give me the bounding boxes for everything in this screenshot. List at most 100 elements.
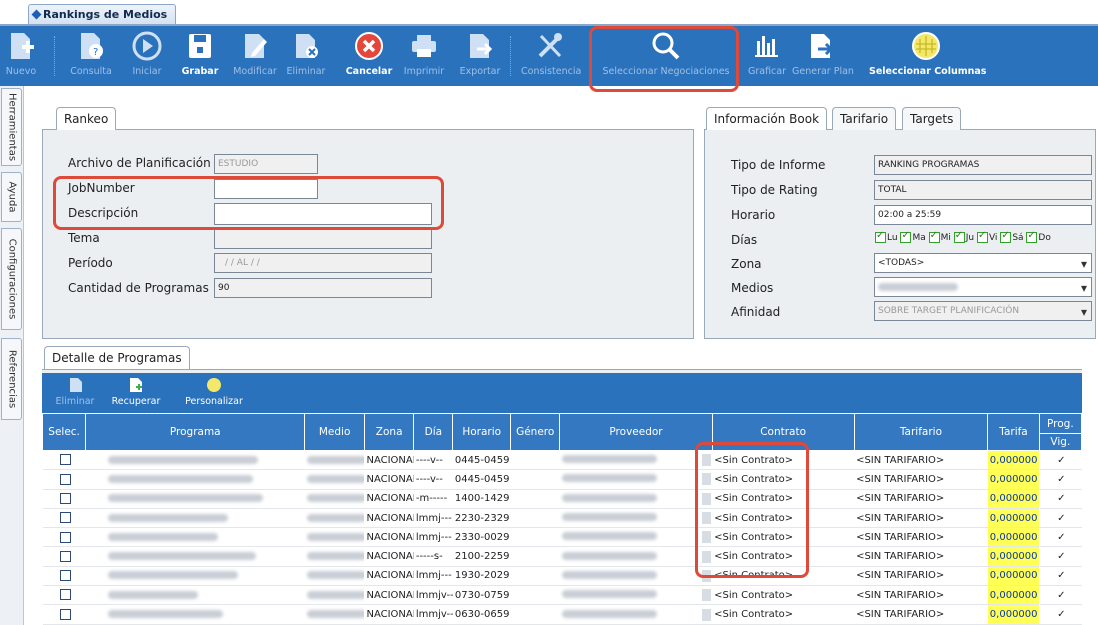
grid-eliminar-button[interactable]: Eliminar: [56, 373, 94, 413]
cell-tarifa[interactable]: 0,000000: [987, 508, 1040, 529]
cell-vig[interactable]: ✓: [1039, 546, 1082, 567]
row-checkbox[interactable]: [59, 531, 71, 543]
dia-sa[interactable]: Sá: [1000, 230, 1024, 243]
checkmark-icon[interactable]: ✓: [1057, 493, 1065, 504]
cell-genero[interactable]: [510, 450, 560, 471]
cell-tarifa[interactable]: 0,000000: [987, 450, 1040, 471]
cell-medio[interactable]: [304, 469, 365, 490]
cell-programa[interactable]: [85, 508, 305, 529]
cell-dia[interactable]: lmmj---: [413, 566, 453, 587]
tipo-rating-field[interactable]: TOTAL: [874, 180, 1092, 200]
row-checkbox[interactable]: [59, 512, 71, 524]
col-proveedor[interactable]: Proveedor: [559, 413, 713, 451]
new-button[interactable]: Nuevo: [6, 26, 36, 86]
medios-select[interactable]: [874, 277, 1092, 297]
cell-tarifa[interactable]: 0,000000: [987, 546, 1040, 567]
checkmark-icon[interactable]: ✓: [1057, 609, 1065, 620]
grabar-button[interactable]: Grabar: [182, 26, 218, 86]
cell-tarifa[interactable]: 0,000000: [987, 604, 1040, 625]
tab-targets[interactable]: Targets: [902, 107, 962, 130]
cell-contrato[interactable]: <Sin Contrato>: [712, 585, 855, 606]
cell-proveedor[interactable]: [559, 546, 713, 567]
cell-proveedor[interactable]: [559, 527, 713, 548]
table-row[interactable]: NACIONAL ----v-- 0445-0459 <Sin Contrato> <S…: [42, 469, 1082, 490]
cell-vig[interactable]: ✓: [1039, 450, 1082, 471]
col-dia[interactable]: Día: [413, 413, 454, 451]
cell-dia[interactable]: ----v--: [413, 450, 453, 471]
cell-tarifario[interactable]: <SIN TARIFARIO>: [854, 469, 988, 490]
cell-proveedor[interactable]: [559, 489, 713, 509]
sidebar-tab-ayuda[interactable]: Ayuda: [1, 172, 22, 222]
col-programa[interactable]: Programa: [85, 413, 306, 451]
generar-plan-button[interactable]: Generar Plan: [792, 26, 854, 86]
tipo-informe-field[interactable]: RANKING PROGRAMAS: [874, 155, 1092, 175]
cell-horario[interactable]: 2230-2329: [452, 508, 511, 529]
cell-tarifa[interactable]: 0,000000: [987, 469, 1040, 490]
dia-ju[interactable]: Ju: [953, 230, 974, 243]
cell-zona[interactable]: NACIONAL: [364, 450, 414, 471]
table-row[interactable]: NACIONAL lmmj--- 1930-2029 <Sin Contrato> <S…: [42, 566, 1082, 587]
cell-medio[interactable]: [304, 527, 365, 548]
cell-tarifa[interactable]: 0,000000: [987, 527, 1040, 548]
cell-selec[interactable]: [42, 450, 86, 471]
cell-tarifario[interactable]: <SIN TARIFARIO>: [854, 585, 988, 606]
table-row[interactable]: NACIONAL -m----- 1400-1429 <Sin Contrato> <S…: [42, 489, 1082, 509]
cell-zona[interactable]: NACIONAL: [364, 527, 414, 548]
cell-selec[interactable]: [42, 527, 86, 548]
dia-vi[interactable]: Vi: [976, 230, 997, 243]
cell-medio[interactable]: [304, 546, 365, 567]
col-selec[interactable]: Selec.: [41, 413, 87, 451]
cell-medio[interactable]: [304, 508, 365, 529]
cell-proveedor[interactable]: [559, 469, 713, 490]
dia-lu[interactable]: Lu: [875, 230, 898, 243]
col-prog[interactable]: Prog.: [1038, 413, 1083, 434]
cell-programa[interactable]: [85, 566, 305, 587]
cell-selec[interactable]: [42, 604, 86, 625]
row-checkbox[interactable]: [59, 550, 71, 562]
row-checkbox[interactable]: [59, 492, 71, 504]
cell-horario[interactable]: 1930-2029: [452, 566, 511, 587]
cell-selec[interactable]: [42, 489, 86, 509]
cell-vig[interactable]: ✓: [1039, 566, 1082, 587]
cell-dia[interactable]: lmmjv--: [413, 604, 453, 625]
dia-ma[interactable]: Ma: [900, 230, 926, 243]
cell-tarifario[interactable]: <SIN TARIFARIO>: [854, 450, 988, 471]
cell-vig[interactable]: ✓: [1039, 585, 1082, 606]
cell-horario[interactable]: 1400-1429: [452, 489, 511, 509]
cell-proveedor[interactable]: [559, 585, 713, 606]
cell-genero[interactable]: [510, 489, 560, 509]
cell-tarifario[interactable]: <SIN TARIFARIO>: [854, 546, 988, 567]
cell-tarifa[interactable]: 0,000000: [987, 585, 1040, 606]
col-horario[interactable]: Horario: [452, 413, 512, 451]
cell-genero[interactable]: [510, 566, 560, 587]
imprimir-button[interactable]: Imprimir: [404, 26, 444, 86]
seleccionar-columnas-button[interactable]: Seleccionar Columnas: [869, 26, 986, 86]
cell-selec[interactable]: [42, 585, 86, 606]
row-checkbox[interactable]: [59, 454, 71, 466]
col-genero[interactable]: Género: [510, 413, 561, 451]
cell-selec[interactable]: [42, 508, 86, 529]
table-row[interactable]: NACIONAL -----s- 2100-2259 <Sin Contrato> <S…: [42, 546, 1082, 567]
iniciar-button[interactable]: Iniciar: [132, 26, 162, 86]
cell-medio[interactable]: [304, 489, 365, 509]
col-medio[interactable]: Medio: [304, 413, 365, 451]
cell-vig[interactable]: ✓: [1039, 527, 1082, 548]
cell-tarifario[interactable]: <SIN TARIFARIO>: [854, 489, 988, 509]
cell-programa[interactable]: [85, 604, 305, 625]
periodo-field[interactable]: / / AL / /: [214, 253, 432, 273]
cell-tarifa[interactable]: 0,000000: [987, 489, 1040, 509]
cell-dia[interactable]: -m-----: [413, 489, 453, 509]
cell-vig[interactable]: ✓: [1039, 489, 1082, 509]
cell-dia[interactable]: lmmj---: [413, 527, 453, 548]
cell-horario[interactable]: 2330-0029: [452, 527, 511, 548]
checkmark-icon[interactable]: ✓: [1057, 474, 1065, 485]
cell-genero[interactable]: [510, 469, 560, 490]
eliminar-button[interactable]: Eliminar: [287, 26, 325, 86]
row-checkbox[interactable]: [59, 589, 71, 601]
cell-selec[interactable]: [42, 546, 86, 567]
table-row[interactable]: NACIONAL lmmjv-- 0730-0759 <Sin Contrato> <S…: [42, 585, 1082, 606]
cell-horario[interactable]: 0445-0459: [452, 469, 511, 490]
cell-dia[interactable]: ----v--: [413, 469, 453, 490]
cell-dia[interactable]: lmmjv--: [413, 585, 453, 606]
cell-tarifa[interactable]: 0,000000: [987, 566, 1040, 587]
